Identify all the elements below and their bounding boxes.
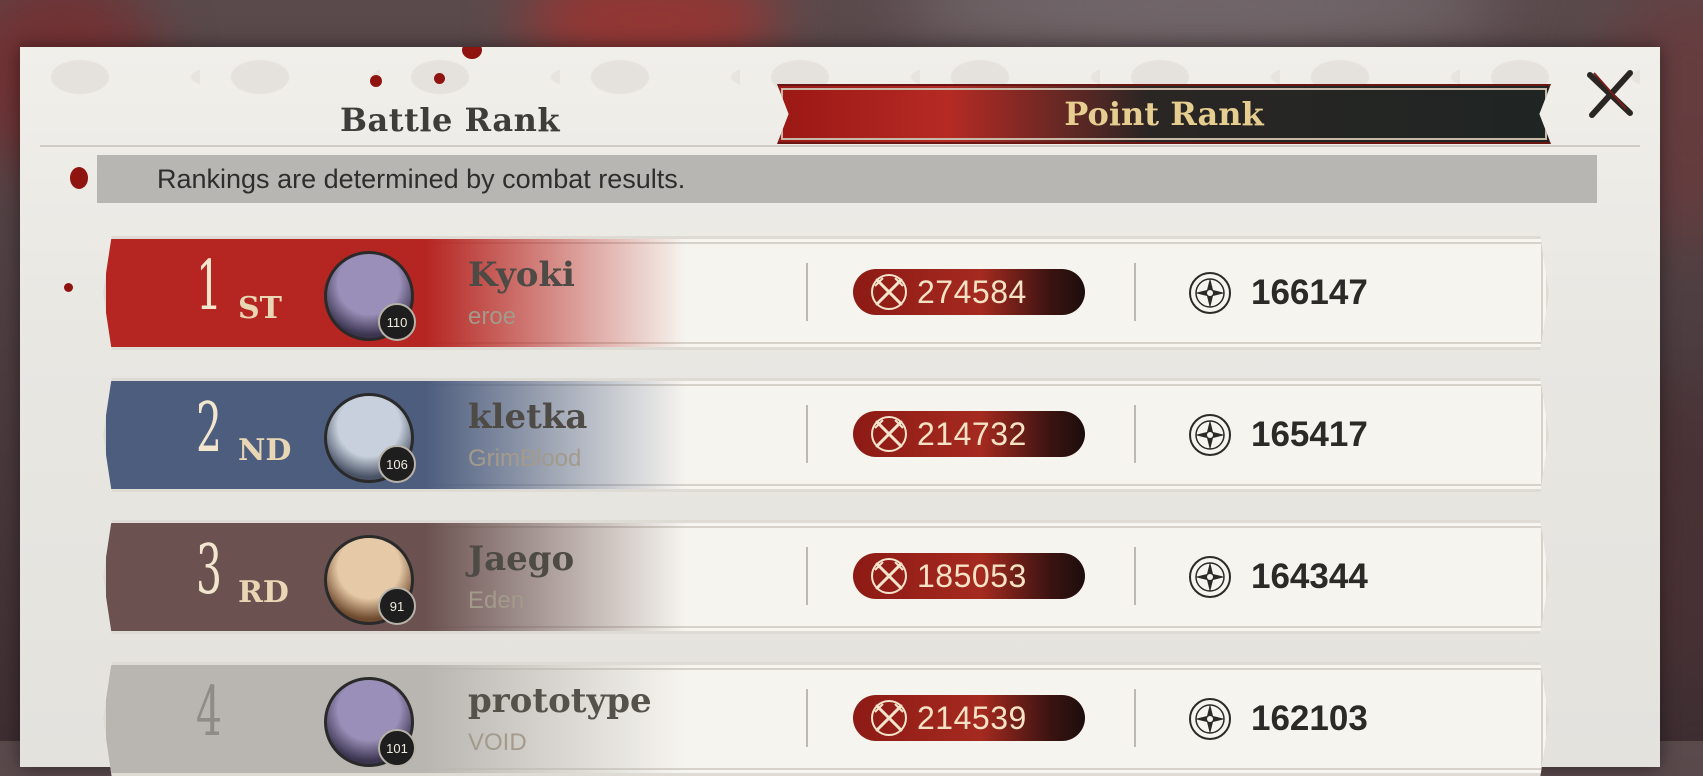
close-button[interactable] xyxy=(1580,63,1640,123)
points-value: 162103 xyxy=(1251,699,1368,738)
close-x-icon xyxy=(1587,70,1633,118)
blood-splatter xyxy=(370,75,382,87)
ranking-row[interactable]: 1 ST 110 Kyoki eroe 274584 166147 xyxy=(103,236,1549,350)
blood-splatter xyxy=(70,167,88,189)
column-divider xyxy=(1134,689,1136,747)
crossed-swords-icon xyxy=(871,700,907,736)
guild-name: Eden xyxy=(468,587,525,614)
tab-battle-rank[interactable]: Battle Rank xyxy=(310,97,590,143)
player-name: Kyoki xyxy=(468,255,575,295)
points-value: 166147 xyxy=(1251,273,1368,312)
crossed-swords-icon xyxy=(871,274,907,310)
player-name: Jaego xyxy=(468,539,575,579)
combat-power-pill: 185053 xyxy=(853,553,1085,599)
crossed-swords-icon xyxy=(871,558,907,594)
combat-power-value: 185053 xyxy=(917,557,1027,594)
info-banner: Rankings are determined by combat result… xyxy=(97,155,1597,203)
rank-number: 4 xyxy=(196,673,222,752)
level-badge: 91 xyxy=(378,587,416,625)
player-name: kletka xyxy=(468,397,588,437)
column-divider xyxy=(806,547,808,605)
rank-suffix: ST xyxy=(238,291,282,326)
combat-power-value: 214539 xyxy=(917,699,1027,736)
column-divider xyxy=(806,689,808,747)
ranking-row[interactable]: 4 101 prototype VOID 214539 162103 xyxy=(103,662,1549,776)
combat-power-value: 214732 xyxy=(917,415,1027,452)
ranking-row[interactable]: 3 RD 91 Jaego Eden 185053 164344 xyxy=(103,520,1549,634)
rank-number: 3 xyxy=(196,531,222,610)
ranking-row[interactable]: 2 ND 106 kletka GrimBlood 214732 165417 xyxy=(103,378,1549,492)
level-badge: 110 xyxy=(378,303,416,341)
compass-star-icon xyxy=(1189,556,1231,598)
points-value: 164344 xyxy=(1251,557,1368,596)
points-value: 165417 xyxy=(1251,415,1368,454)
blood-splatter xyxy=(434,73,445,84)
column-divider xyxy=(1134,405,1136,463)
player-name: prototype xyxy=(468,681,652,721)
tab-point-rank[interactable]: Point Rank xyxy=(777,84,1551,144)
level-badge: 106 xyxy=(378,445,416,483)
combat-power-pill: 214539 xyxy=(853,695,1085,741)
combat-power-pill: 214732 xyxy=(853,411,1085,457)
compass-star-icon xyxy=(1189,272,1231,314)
column-divider xyxy=(1134,263,1136,321)
info-text: Rankings are determined by combat result… xyxy=(157,163,686,194)
combat-power-pill: 274584 xyxy=(853,269,1085,315)
level-badge: 101 xyxy=(378,729,416,767)
rank-number: 2 xyxy=(196,389,222,468)
guild-name: eroe xyxy=(468,303,517,330)
guild-name: GrimBlood xyxy=(468,445,582,472)
column-divider xyxy=(1134,547,1136,605)
combat-power-value: 274584 xyxy=(917,273,1027,310)
rank-number: 1 xyxy=(196,247,222,326)
blood-splatter xyxy=(64,283,73,292)
column-divider xyxy=(806,405,808,463)
guild-name: VOID xyxy=(468,729,527,756)
compass-star-icon xyxy=(1189,698,1231,740)
tab-divider xyxy=(40,145,1640,147)
column-divider xyxy=(806,263,808,321)
crossed-swords-icon xyxy=(871,416,907,452)
rank-suffix: RD xyxy=(238,575,289,610)
compass-star-icon xyxy=(1189,414,1231,456)
tab-point-rank-label: Point Rank xyxy=(1064,95,1264,133)
rank-suffix: ND xyxy=(238,433,292,468)
